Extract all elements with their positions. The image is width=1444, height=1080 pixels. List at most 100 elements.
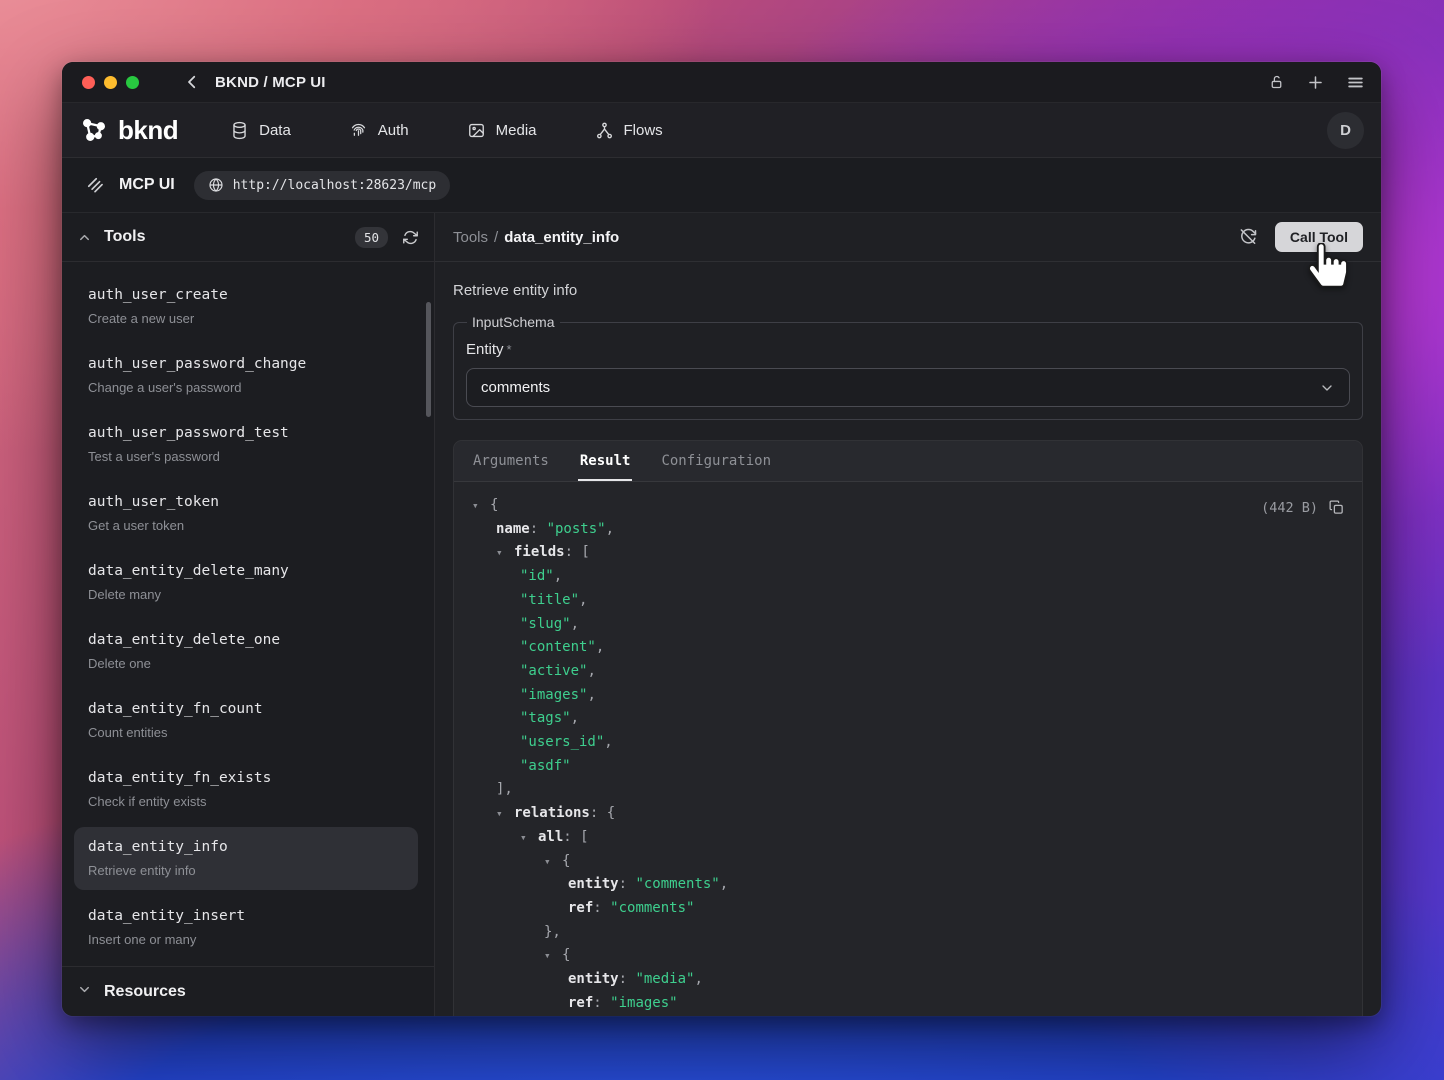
tool-description: Change a user's password [88, 380, 404, 396]
traffic-lights [62, 76, 139, 89]
window-title: BKND / MCP UI [215, 74, 326, 91]
main-panel: Tools/ data_entity_info Call Tool Retrie… [435, 213, 1381, 1016]
json-line: "images", [472, 684, 1344, 708]
main-header: Tools/ data_entity_info Call Tool [435, 213, 1381, 262]
expander-triangle-icon[interactable]: ▾ [544, 850, 562, 874]
expander-triangle-icon[interactable]: ▾ [544, 944, 562, 968]
tool-list-item[interactable]: data_entity_delete_many Delete many [74, 551, 418, 614]
entity-select-value: comments [481, 379, 550, 396]
nav-item-label: Flows [624, 122, 663, 139]
nav-item-media[interactable]: Media [467, 121, 537, 140]
main-navbar: bknd Data Auth Media Flows [62, 103, 1381, 158]
tab-arguments[interactable]: Arguments [471, 441, 551, 481]
tool-list-item[interactable]: data_entity_fn_exists Check if entity ex… [74, 758, 418, 821]
tool-list-item[interactable]: auth_user_password_change Change a user'… [74, 344, 418, 407]
tool-name: data_entity_insert [88, 907, 404, 926]
server-url: http://localhost:28623/mcp [233, 178, 437, 193]
nav-item-label: Auth [378, 122, 409, 139]
back-button[interactable] [183, 73, 201, 91]
user-avatar[interactable]: D [1327, 112, 1364, 149]
expander-triangle-icon[interactable]: ▾ [472, 494, 490, 518]
sidebar: Tools 50 auth_user_create Create a new u… [62, 213, 435, 1016]
entity-select[interactable]: comments [466, 368, 1350, 407]
tool-list-item[interactable]: data_entity_fn_count Count entities [74, 689, 418, 752]
desktop-background: BKND / MCP UI [0, 0, 1444, 1080]
tool-description: Test a user's password [88, 449, 404, 465]
expander-triangle-icon[interactable]: ▾ [496, 802, 514, 826]
workflow-icon [595, 121, 614, 140]
required-marker: * [507, 342, 512, 357]
json-line: "tags", [472, 707, 1344, 731]
sidebar-scrollbar-thumb[interactable] [426, 302, 431, 417]
json-line: "users_id", [472, 731, 1344, 755]
json-line: "content", [472, 636, 1344, 660]
call-tool-button[interactable]: Call Tool [1275, 222, 1363, 252]
json-line: ▾all: [ [472, 826, 1344, 850]
expander-triangle-icon[interactable]: ▾ [520, 826, 538, 850]
tools-section-header[interactable]: Tools 50 [62, 213, 434, 262]
titlebar-actions [1268, 62, 1365, 103]
json-line: ▾{ [472, 944, 1344, 968]
brand-wordmark: bknd [118, 115, 178, 146]
expander-triangle-icon[interactable]: ▾ [496, 541, 514, 565]
menu-icon[interactable] [1346, 73, 1365, 92]
nav-item-auth[interactable]: Auth [349, 121, 409, 140]
tool-list-item[interactable]: data_entity_info Retrieve entity info [74, 827, 418, 890]
lock-open-icon[interactable] [1268, 74, 1285, 91]
server-url-pill[interactable]: http://localhost:28623/mcp [194, 171, 451, 200]
titlebar: BKND / MCP UI [62, 62, 1381, 103]
minimize-window-button[interactable] [104, 76, 117, 89]
input-schema-fieldset: InputSchema Entity* comments [453, 314, 1363, 420]
resources-section-title: Resources [104, 983, 186, 1001]
breadcrumb: Tools/ [453, 229, 504, 246]
tool-list-item[interactable]: data_entity_insert Insert one or many [74, 896, 418, 959]
image-icon [467, 121, 486, 140]
new-tab-icon[interactable] [1306, 73, 1325, 92]
brand-logo[interactable]: bknd [79, 115, 178, 146]
json-line: "id", [472, 565, 1344, 589]
tab-result[interactable]: Result [578, 441, 633, 481]
bknd-logo-icon [79, 115, 109, 145]
json-meta: (442 B) [1261, 499, 1345, 516]
auto-refresh-off-icon[interactable] [1238, 227, 1258, 247]
json-line: "asdf" [472, 755, 1344, 779]
tool-name: auth_user_token [88, 493, 404, 512]
tool-name: auth_user_password_change [88, 355, 404, 374]
json-line: "slug", [472, 613, 1344, 637]
json-line: "title", [472, 589, 1344, 613]
close-window-button[interactable] [82, 76, 95, 89]
nav-item-data[interactable]: Data [230, 121, 291, 140]
nav-items: Data Auth Media Flows [230, 121, 663, 140]
json-line: ▾{ [472, 850, 1344, 874]
tools-section-title: Tools [104, 228, 145, 246]
json-line: ref: "images" [472, 992, 1344, 1016]
tabs-row: Arguments Result Configuration [454, 441, 1362, 482]
database-icon [230, 121, 249, 140]
json-line: ], [472, 778, 1344, 802]
json-line: entity: "media", [472, 968, 1344, 992]
tool-list-item[interactable]: data_entity_delete_one Delete one [74, 620, 418, 683]
json-lines: ▾{name: "posts",▾fields: ["id","title","… [472, 494, 1344, 1015]
tool-description: Insert one or many [88, 932, 404, 948]
nav-item-flows[interactable]: Flows [595, 121, 663, 140]
resources-section-header[interactable]: Resources [62, 966, 434, 1016]
refresh-tools-icon[interactable] [402, 229, 419, 246]
chevron-down-icon [77, 982, 92, 1002]
json-line: }, [472, 921, 1344, 945]
breadcrumb-section[interactable]: Tools [453, 229, 488, 246]
nav-item-label: Data [259, 122, 291, 139]
tool-list-item[interactable]: auth_user_password_test Test a user's pa… [74, 413, 418, 476]
json-line: ▾{ [472, 494, 1344, 518]
mcp-icon [85, 175, 105, 195]
tool-name: data_entity_fn_count [88, 700, 404, 719]
nav-item-label: Media [496, 122, 537, 139]
tool-name: data_entity_fn_exists [88, 769, 404, 788]
tab-configuration[interactable]: Configuration [659, 441, 773, 481]
tool-detail: Retrieve entity info InputSchema Entity*… [435, 262, 1381, 1016]
tool-list-item[interactable]: auth_user_token Get a user token [74, 482, 418, 545]
tool-detail-description: Retrieve entity info [453, 282, 1363, 299]
json-viewer: ▾{name: "posts",▾fields: ["id","title","… [454, 482, 1362, 1016]
copy-icon[interactable] [1328, 499, 1345, 516]
tool-list-item[interactable]: auth_user_create Create a new user [74, 275, 418, 338]
zoom-window-button[interactable] [126, 76, 139, 89]
